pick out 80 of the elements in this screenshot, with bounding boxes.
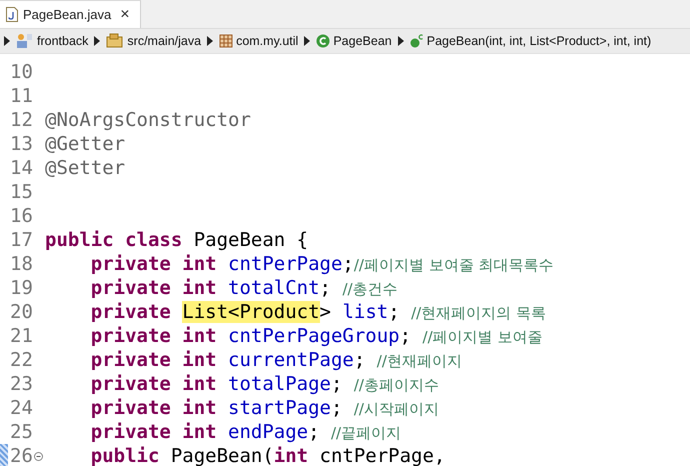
code-comment: //페이지별 보여줄 xyxy=(422,328,542,347)
field-name: totalPage xyxy=(228,373,331,395)
field-name: totalCnt xyxy=(228,277,320,299)
field-name: cntPerPageGroup xyxy=(228,325,400,347)
keyword: public class xyxy=(45,229,184,251)
line-number: 23 xyxy=(10,373,33,395)
code-comment: //페이지별 보여줄 최대목록수 xyxy=(354,256,554,275)
keyword: private int xyxy=(90,349,218,371)
project-icon xyxy=(16,33,34,49)
code-text: PageBean { xyxy=(194,229,308,251)
keyword: private xyxy=(90,301,172,323)
line-number: 22 xyxy=(10,349,33,371)
keyword: private int xyxy=(90,373,218,395)
annotation: @NoArgsConstructor xyxy=(45,109,251,131)
caret-icon xyxy=(207,36,214,46)
field-name: currentPage xyxy=(228,349,354,371)
line-number: 13 xyxy=(10,133,33,155)
code-text: ; xyxy=(320,277,332,299)
breadcrumb-item[interactable]: PageBean xyxy=(316,34,392,48)
field-name: list xyxy=(342,301,388,323)
package-icon xyxy=(219,34,234,48)
caret-icon xyxy=(94,36,100,46)
breadcrumb-item[interactable]: com.my.util xyxy=(219,34,298,48)
code-comment: //총페이지수 xyxy=(354,376,439,395)
code-comment: //끝페이지 xyxy=(331,424,402,443)
breadcrumb-item[interactable]: frontback xyxy=(16,33,88,49)
line-number: 21 xyxy=(10,325,33,347)
code-text: ; xyxy=(330,397,344,419)
code-text: cntPerPage, xyxy=(320,445,446,466)
annotation: @Setter xyxy=(45,157,126,179)
line-number: 16 xyxy=(10,205,33,227)
code-comment: //현재페이지 xyxy=(376,352,462,371)
line-number: 17 xyxy=(10,229,33,251)
code-text: PageBean( xyxy=(170,445,274,466)
breadcrumb-item[interactable]: PageBean(int, int, List<Product>, int, int) xyxy=(410,34,652,48)
code-comment: //총건수 xyxy=(342,280,398,299)
field-name: cntPerPage xyxy=(228,253,342,275)
class-icon xyxy=(316,34,330,48)
annotation: @Getter xyxy=(45,133,126,155)
collapse-icon[interactable] xyxy=(34,452,43,460)
code-comment: //현재페이지의 목록 xyxy=(411,304,546,323)
keyword: private int xyxy=(90,277,218,299)
editor-tab[interactable]: PageBean.java × xyxy=(0,0,141,28)
package-folder-icon xyxy=(106,33,124,49)
caret-icon xyxy=(4,36,10,46)
highlighted-code: List<Product xyxy=(182,301,320,323)
line-number: 25 xyxy=(10,421,33,443)
close-button[interactable]: × xyxy=(120,6,130,24)
keyword: private int xyxy=(90,421,218,443)
keyword: public xyxy=(90,445,160,466)
constructor-icon xyxy=(410,34,424,48)
field-name: startPage xyxy=(228,397,331,419)
keyword: private int xyxy=(90,397,218,419)
line-number: 24 xyxy=(10,397,33,419)
line-number: 15 xyxy=(10,181,33,203)
caret-icon xyxy=(304,36,310,46)
line-number: 20 xyxy=(10,301,33,323)
line-number: 18 xyxy=(10,253,33,275)
code-comment: //시작페이지 xyxy=(354,400,439,419)
breadcrumb-item[interactable]: src/main/java xyxy=(106,33,202,49)
line-number: 10 xyxy=(10,61,33,83)
keyword: int xyxy=(274,445,310,466)
code-text: > xyxy=(320,301,332,323)
code-text: ; xyxy=(400,325,412,347)
line-number: 11 xyxy=(10,85,33,107)
line-number: 14 xyxy=(10,157,33,179)
keyword: private int xyxy=(90,253,218,275)
java-file-icon xyxy=(6,7,18,22)
code-text: ; xyxy=(330,373,344,395)
keyword: private int xyxy=(90,325,218,347)
code-text: ; xyxy=(308,421,321,443)
code-text: ; xyxy=(354,349,366,371)
line-number: 26 xyxy=(10,445,33,466)
code-text: ; xyxy=(388,301,401,323)
line-number: 12 xyxy=(10,109,33,131)
code-text: ; xyxy=(342,253,354,275)
field-name: endPage xyxy=(228,421,308,443)
tab-title: PageBean.java xyxy=(23,7,112,22)
caret-icon xyxy=(398,36,404,46)
line-number: 19 xyxy=(10,277,33,299)
